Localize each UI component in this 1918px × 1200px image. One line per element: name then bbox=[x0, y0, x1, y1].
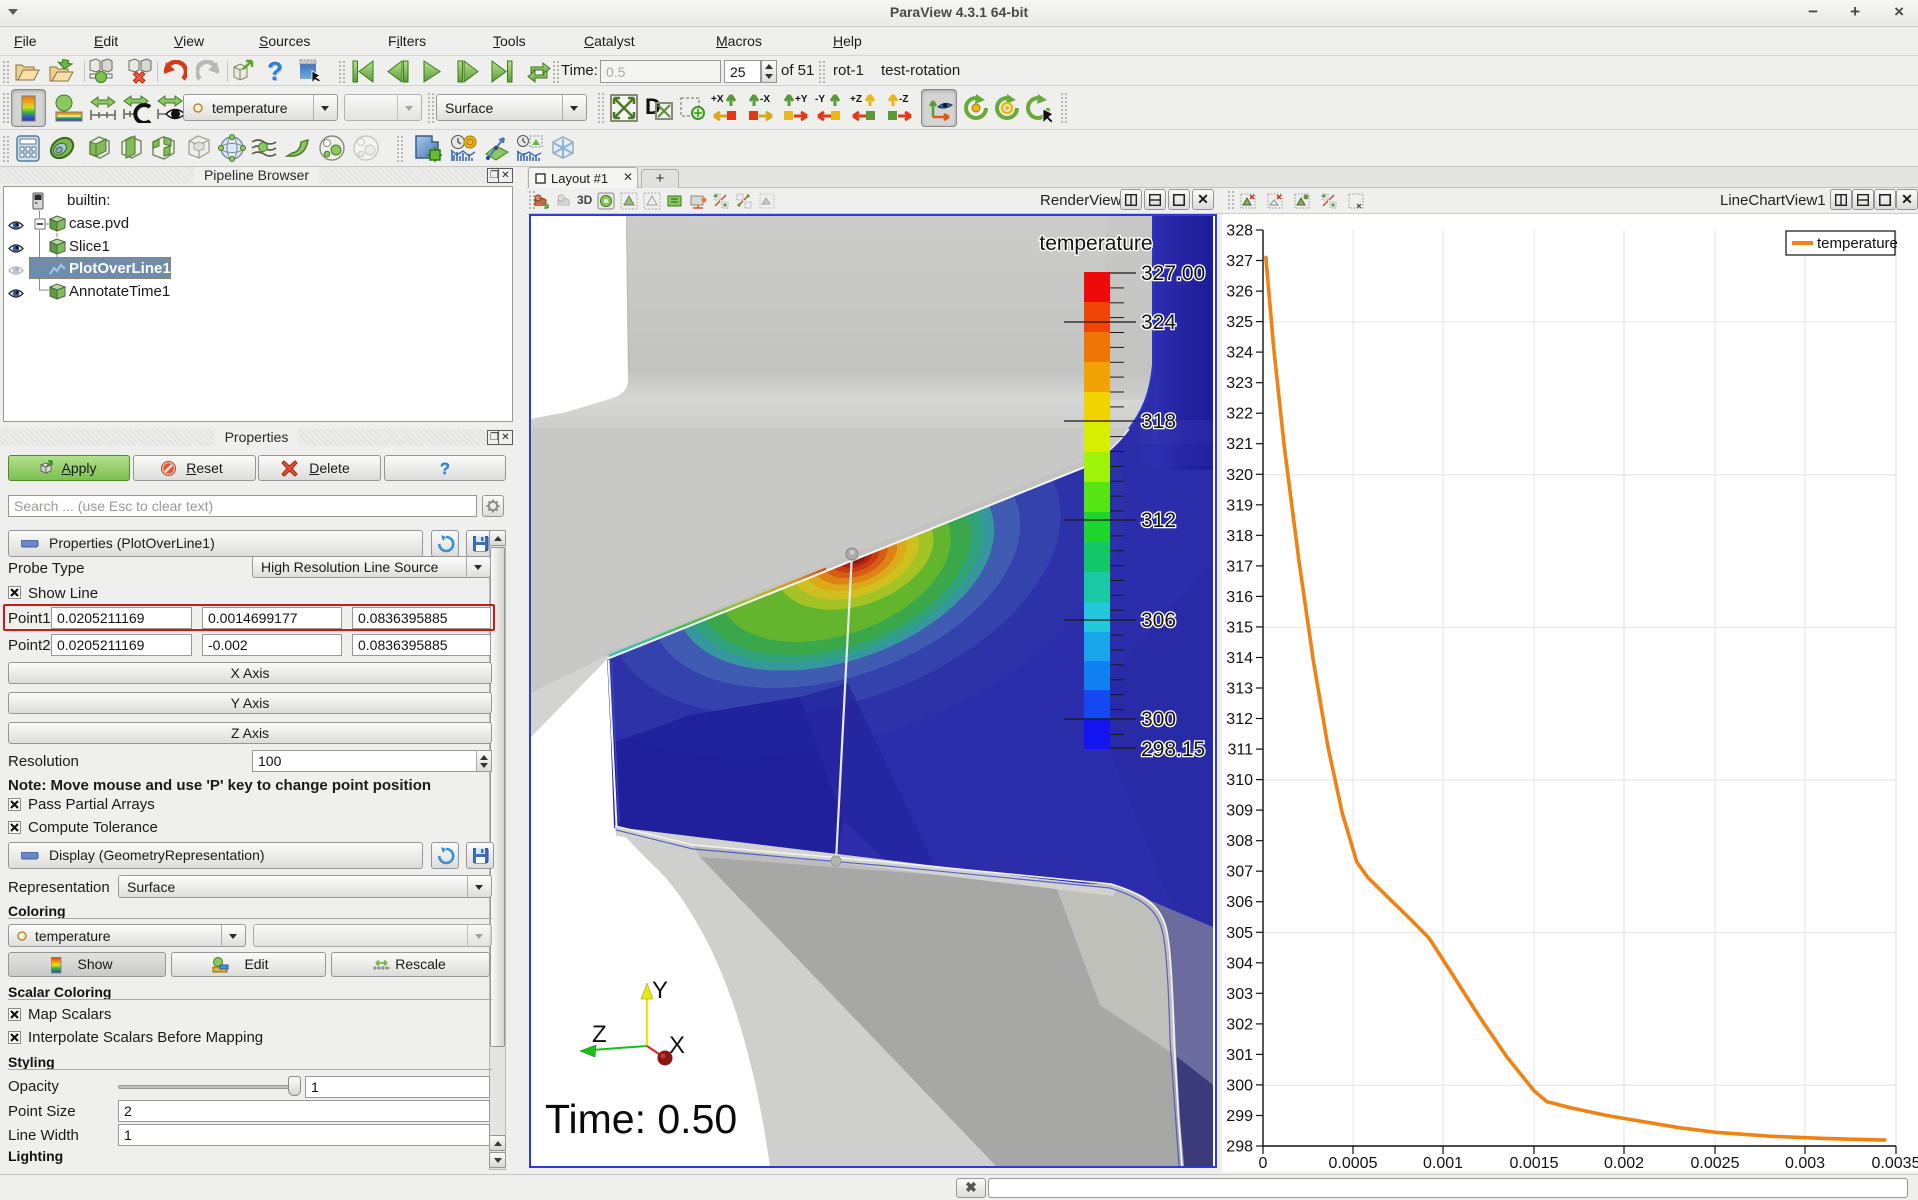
svg-text:314: 314 bbox=[1226, 650, 1253, 667]
svg-text:319: 319 bbox=[1226, 497, 1253, 514]
svg-text:+X: +X bbox=[711, 94, 724, 105]
svg-text:327.00: 327.00 bbox=[1141, 262, 1205, 285]
svg-text:312: 312 bbox=[1141, 509, 1176, 532]
svg-text:X: X bbox=[669, 1032, 685, 1059]
svg-text:320: 320 bbox=[1226, 467, 1253, 484]
svg-text:318: 318 bbox=[1226, 528, 1253, 545]
svg-text:Y: Y bbox=[652, 977, 668, 1004]
svg-text:305: 305 bbox=[1226, 925, 1253, 942]
svg-text:324: 324 bbox=[1226, 345, 1253, 362]
svg-text:308: 308 bbox=[1226, 833, 1253, 850]
svg-text:325: 325 bbox=[1226, 314, 1253, 331]
svg-text:-Y: -Y bbox=[815, 94, 825, 105]
svg-text:300: 300 bbox=[1141, 708, 1176, 731]
svg-text:0.0035: 0.0035 bbox=[1872, 1155, 1918, 1172]
svg-text:+Y: +Y bbox=[795, 94, 808, 105]
svg-text:321: 321 bbox=[1226, 436, 1253, 453]
svg-text:312: 312 bbox=[1226, 711, 1253, 728]
svg-text:-Z: -Z bbox=[899, 94, 908, 105]
svg-text:310: 310 bbox=[1226, 772, 1253, 789]
svg-text:309: 309 bbox=[1226, 803, 1253, 820]
svg-text:0.003: 0.003 bbox=[1785, 1155, 1825, 1172]
svg-text:Z: Z bbox=[592, 1021, 607, 1048]
svg-text:322: 322 bbox=[1226, 406, 1253, 423]
svg-text:0.0015: 0.0015 bbox=[1510, 1155, 1559, 1172]
svg-text:298: 298 bbox=[1226, 1139, 1253, 1156]
svg-text:301: 301 bbox=[1226, 1047, 1253, 1064]
svg-text:318: 318 bbox=[1141, 410, 1176, 433]
svg-text:temperature: temperature bbox=[1817, 235, 1898, 252]
svg-text:0.001: 0.001 bbox=[1423, 1155, 1463, 1172]
svg-text:302: 302 bbox=[1226, 1016, 1253, 1033]
svg-text:298.15: 298.15 bbox=[1141, 738, 1205, 761]
svg-text:317: 317 bbox=[1226, 558, 1253, 575]
svg-text:313: 313 bbox=[1226, 681, 1253, 698]
svg-text:307: 307 bbox=[1226, 864, 1253, 881]
svg-text:0.0025: 0.0025 bbox=[1691, 1155, 1740, 1172]
svg-text:328: 328 bbox=[1226, 223, 1253, 240]
svg-text:0.0005: 0.0005 bbox=[1329, 1155, 1378, 1172]
svg-text:326: 326 bbox=[1226, 284, 1253, 301]
svg-text:299: 299 bbox=[1226, 1108, 1253, 1125]
svg-text:0.002: 0.002 bbox=[1604, 1155, 1644, 1172]
svg-text:323: 323 bbox=[1226, 375, 1253, 392]
svg-text:306: 306 bbox=[1226, 894, 1253, 911]
svg-text:306: 306 bbox=[1141, 609, 1176, 632]
svg-text:300: 300 bbox=[1226, 1077, 1253, 1094]
svg-text:+Z: +Z bbox=[850, 94, 862, 105]
svg-text:0: 0 bbox=[1259, 1155, 1268, 1172]
svg-text:327: 327 bbox=[1226, 253, 1253, 270]
svg-text:303: 303 bbox=[1226, 986, 1253, 1003]
svg-text:315: 315 bbox=[1226, 619, 1253, 636]
svg-text:311: 311 bbox=[1227, 742, 1253, 759]
svg-text:324: 324 bbox=[1141, 311, 1176, 334]
svg-text:-X: -X bbox=[760, 94, 770, 105]
svg-text:?: ? bbox=[267, 58, 283, 85]
svg-text:316: 316 bbox=[1226, 589, 1253, 606]
svg-text:temperature: temperature bbox=[1039, 232, 1152, 255]
svg-text:Time: 0.50: Time: 0.50 bbox=[545, 1096, 737, 1142]
svg-text:304: 304 bbox=[1226, 955, 1253, 972]
